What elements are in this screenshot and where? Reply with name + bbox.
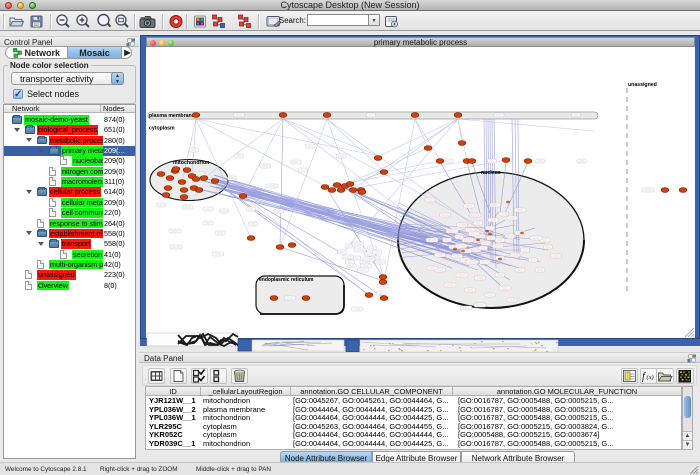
svg-text:(x): (x) (647, 374, 654, 381)
svg-text:unassigned: unassigned (628, 82, 657, 88)
svg-text:mitochondrion: mitochondrion (173, 160, 209, 166)
svg-text:cytoplasm: cytoplasm (149, 126, 175, 132)
svg-text:plasma membrane: plasma membrane (149, 113, 195, 119)
svg-text:endoplasmic reticulum: endoplasmic reticulum (259, 277, 314, 283)
svg-text:nucleus: nucleus (481, 170, 501, 176)
svg-text:f: f (642, 372, 646, 383)
